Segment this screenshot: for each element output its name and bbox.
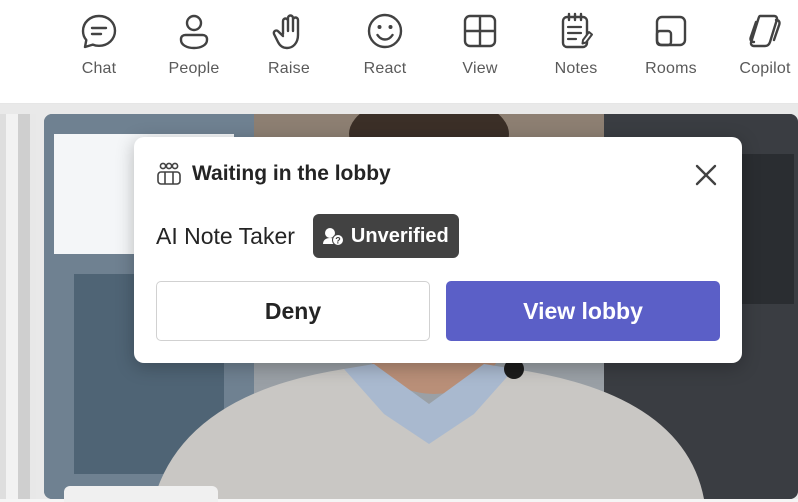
- toolbar-people-label: People: [168, 60, 220, 77]
- svg-text:?: ?: [335, 236, 341, 246]
- toolbar-copilot-button[interactable]: Copilot: [730, 10, 798, 90]
- react-smiley-icon: [367, 13, 403, 49]
- toolbar-notes-label: Notes: [554, 60, 598, 77]
- toolbar-chat-button[interactable]: Chat: [64, 10, 134, 90]
- toolbar-react-label: React: [363, 60, 407, 77]
- close-icon[interactable]: [692, 161, 720, 189]
- toolbar-raise-button[interactable]: Raise: [254, 10, 324, 90]
- toolbar-rooms-label: Rooms: [645, 60, 697, 77]
- lobby-title: Waiting in the lobby: [192, 162, 391, 185]
- participant-row: AI Note Taker ? Unverified: [156, 214, 459, 258]
- lobby-notification-card: Waiting in the lobby AI Note Taker ? Unv…: [134, 137, 742, 363]
- notes-icon: [561, 12, 593, 49]
- lobby-people-icon: [157, 162, 181, 185]
- badge-label: Unverified: [350, 224, 449, 247]
- people-icon: [179, 14, 209, 50]
- deny-button[interactable]: Deny: [156, 281, 430, 341]
- toolbar-raise-label: Raise: [268, 60, 310, 77]
- card-header: Waiting in the lobby: [156, 161, 391, 187]
- side-video-tile: [0, 114, 36, 499]
- toolbar-view-button[interactable]: View: [445, 10, 515, 90]
- meeting-toolbar: Chat People Raise React View Notes Rooms…: [0, 0, 798, 104]
- toolbar-rooms-button[interactable]: Rooms: [636, 10, 706, 90]
- toolbar-copilot-label: Copilot: [739, 60, 791, 77]
- toolbar-people-button[interactable]: People: [159, 10, 229, 90]
- toolbar-react-button[interactable]: React: [350, 10, 420, 90]
- toolbar-notes-button[interactable]: Notes: [541, 10, 611, 90]
- rooms-icon: [655, 15, 687, 47]
- bottom-tile-edge: [64, 486, 218, 502]
- raise-hand-icon: [272, 14, 300, 50]
- chat-icon: [81, 14, 117, 49]
- copilot-icon: [749, 14, 781, 48]
- view-grid-icon: [463, 14, 497, 48]
- participant-name: AI Note Taker: [156, 222, 295, 249]
- toolbar-chat-label: Chat: [81, 60, 117, 77]
- view-lobby-button[interactable]: View lobby: [446, 281, 720, 341]
- toolbar-view-label: View: [462, 60, 498, 77]
- unverified-badge: ? Unverified: [312, 214, 459, 258]
- unverified-shield-icon: ?: [322, 228, 344, 246]
